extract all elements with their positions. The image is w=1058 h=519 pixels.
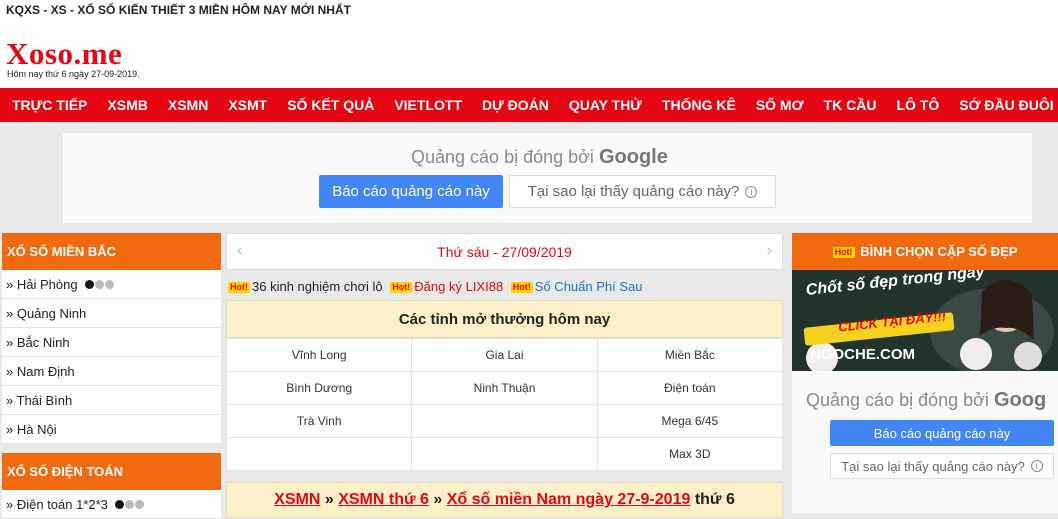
vote-pair-header: Hot! BÌNH CHỌN CẶP SỐ ĐẸP [792,233,1058,270]
nav-item-xsmb[interactable]: XSMB [107,97,147,113]
ad-blocked-note: Quảng cáo bị đóng bởi Goog [806,389,1047,411]
sidebar-item-hai-phong[interactable]: » Hải Phòng [2,270,221,299]
province-cell[interactable]: Miền Bắc [596,338,784,372]
sidebar-item-ha-noi[interactable]: » Hà Nội [2,415,221,444]
nav-item-results[interactable]: SỐ KẾT QUẢ [287,97,374,113]
hot-badge: Hot! [510,282,533,293]
north-lottery-list: » Hải Phòng » Quảng Ninh » Bắc Ninh » Na… [2,270,221,444]
today-provinces-title: Các tỉnh mở thưởng hôm nay [226,300,783,338]
ad-blocked-top: Quảng cáo bị đóng bởi Google Báo cáo quả… [63,133,1032,223]
nav-item-stats[interactable]: THỐNG KÊ [662,97,736,113]
table-row: Bình Dương Ninh Thuận Điện toán [225,371,784,405]
hot-badge: Hot! [228,282,250,293]
xsmn-link[interactable]: XSMN [274,491,320,508]
north-lottery-header: XỔ SỐ MIỀN BẮC [2,233,221,270]
nav-item-xsmn[interactable]: XSMN [168,97,208,113]
banner-brand: NGOCHE.COM [810,346,915,363]
site-tagline: KQXS - XS - XỔ SỐ KIẾN THIẾT 3 MIỀN HÔM … [0,0,1058,24]
sidebar-item-thai-binh[interactable]: » Thái Bình [2,386,221,415]
sidebar-item-dien-toan-123[interactable]: » Điện toán 1*2*3 [2,490,221,519]
main-content: ‹ Thứ sáu - 27/09/2019 › Hot! 36 kinh ngh… [225,233,784,518]
province-cell[interactable]: Điện toán [596,371,784,405]
hot-links: Hot! 36 kinh nghiệm chơi lô Hot! Đăng ký L… [226,270,783,300]
why-this-ad-button[interactable]: Tại sao lại thấy quảng cáo này? i [830,453,1054,479]
why-this-ad-button[interactable]: Tại sao lại thấy quảng cáo này? i [509,175,776,208]
live-indicator-icon [84,280,115,289]
hot-link-tips[interactable]: 36 kinh nghiệm chơi lô [252,279,383,294]
nav-item-live[interactable]: TRỰC TIẾP [12,97,87,113]
ad-blocked-right: Quảng cáo bị đóng bởi Goog Báo cáo quảng… [792,371,1058,513]
xsmn-full-link[interactable]: Xổ số miền Nam ngày 27-9-2019 [447,491,691,508]
sidebar-right: Hot! BÌNH CHỌN CẶP SỐ ĐẸP Chốt số đẹp tr… [792,233,1058,513]
table-row: Vĩnh Long Gia Lai Miền Bắc [225,338,784,372]
info-icon: i [1030,460,1043,472]
report-ad-button[interactable]: Báo cáo quảng cáo này [830,420,1054,446]
prev-day-icon[interactable]: ‹ [237,242,242,260]
table-row: Max 3D [225,437,784,471]
nav-item-vietlott[interactable]: VIETLOTT [394,97,462,113]
main-nav: TRỰC TIẾP XSMB XSMN XSMT SỐ KẾT QUẢ VIET… [0,88,1058,122]
next-day-icon[interactable]: › [767,242,772,260]
ad-blocked-note: Quảng cáo bị đóng bởi Google [411,146,668,168]
google-logo: Goog [993,389,1047,411]
today-date: Hôm nay thứ 6 ngày 27-09-2019. [7,69,140,79]
provinces-table: Vĩnh Long Gia Lai Miền Bắc Bình Dương Ni… [225,338,784,471]
sidebar-item-nam-dinh[interactable]: » Nam Định [2,357,221,386]
current-date-title: Thứ sáu - 27/09/2019 [437,244,572,260]
ngoche-banner[interactable]: Chốt số đẹp trong ngày CLICK TẠI ĐÂY!!! … [792,270,1058,371]
hot-badge: Hot! [832,247,855,258]
nav-item-prediction[interactable]: DỰ ĐOÁN [482,97,549,113]
sidebar-item-bac-ninh[interactable]: » Bắc Ninh [2,328,221,357]
sidebar-item-quang-ninh[interactable]: » Quảng Ninh [2,299,221,328]
province-cell[interactable]: Vĩnh Long [225,338,413,372]
nav-item-dream[interactable]: SỐ MƠ [756,97,804,113]
nav-item-xsmt[interactable]: XSMT [228,97,267,113]
computer-lottery-header: XỔ SỐ ĐIỆN TOÁN [2,453,221,490]
province-cell[interactable]: Max 3D [596,437,784,471]
province-cell [225,437,413,471]
province-cell[interactable]: Bình Dương [225,371,413,405]
province-cell [411,404,598,438]
hot-badge: Hot! [390,282,413,293]
google-logo: Google [598,146,668,168]
date-navigator: ‹ Thứ sáu - 27/09/2019 › [226,233,783,270]
table-row: Trà Vinh Mega 6/45 [225,404,784,438]
province-cell[interactable]: Mega 6/45 [596,404,784,438]
nav-item-bridge[interactable]: TK CẦU [824,97,877,113]
sidebar-left: XỔ SỐ MIỀN BẮC » Hải Phòng » Quảng Ninh … [2,233,221,519]
nav-item-trial[interactable]: QUAY THỬ [569,97,642,113]
province-cell[interactable]: Gia Lai [411,338,598,372]
nav-item-loto[interactable]: LÔ TÔ [896,97,939,113]
nav-item-head-tail[interactable]: SỚ ĐẦU ĐUÔI [959,97,1053,113]
computer-lottery-list: » Điện toán 1*2*3 [2,490,221,519]
site-header: Xoso.me Hôm nay thứ 6 ngày 27-09-2019. [0,24,1058,88]
xsmn-day-link[interactable]: XSMN thứ 6 [338,491,429,508]
site-logo[interactable]: Xoso.me [6,36,122,72]
info-icon: i [745,185,758,198]
report-ad-button[interactable]: Báo cáo quảng cáo này [319,175,503,208]
province-cell[interactable]: Trà Vinh [225,404,413,438]
hot-link-so-chuan[interactable]: Số Chuẩn Phí Sau [535,279,643,294]
hot-link-lixi88[interactable]: Đăng ký LIXI88 [414,279,503,294]
province-cell[interactable]: Ninh Thuận [411,371,598,405]
live-indicator-icon [114,500,145,509]
province-cell [411,437,598,471]
